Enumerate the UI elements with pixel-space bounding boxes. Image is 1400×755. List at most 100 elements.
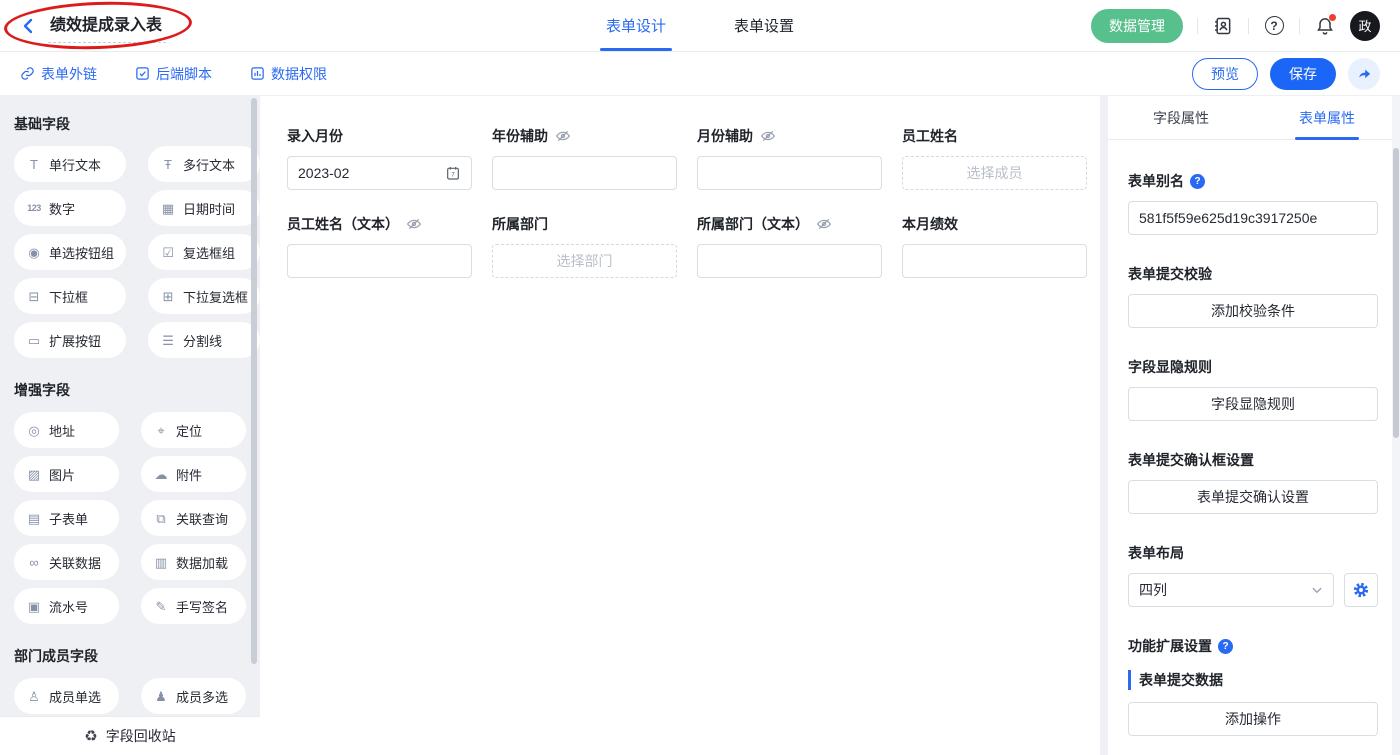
field-pill-single-line-text[interactable]: T单行文本 (14, 146, 126, 182)
field-pill-linked-query[interactable]: ⧉关联查询 (141, 500, 246, 536)
field-pill-datetime[interactable]: ▦日期时间 (148, 190, 260, 226)
page-title[interactable]: 绩效提成录入表 (48, 9, 166, 43)
serial-number-icon: ▣ (26, 600, 42, 613)
field-pill-extend-button[interactable]: ▭扩展按钮 (14, 322, 126, 358)
address-icon: ◎ (26, 424, 42, 437)
extensions-section: 功能扩展设置 ? 表单提交数据 添加操作 表单编辑数据 添加操作 (1128, 636, 1378, 755)
image-icon: ▨ (26, 468, 42, 481)
form-field-department[interactable]: 所属部门 选择部门 (492, 214, 677, 278)
gear-icon (1352, 581, 1370, 599)
layout-settings-button[interactable] (1344, 573, 1378, 607)
form-field-year-helper[interactable]: 年份辅助 (492, 126, 677, 190)
text-input[interactable] (697, 244, 882, 278)
text-input[interactable] (697, 156, 882, 190)
text-input[interactable] (287, 244, 472, 278)
layout-select[interactable]: 四列 (1128, 573, 1334, 607)
data-manage-button[interactable]: 数据管理 (1091, 9, 1183, 43)
back-icon[interactable] (20, 17, 38, 35)
form-alias-input[interactable]: 581f5f59e625d19c3917250e (1128, 201, 1378, 235)
header-actions: 数据管理 ? 政 (1091, 9, 1380, 43)
form-fields-grid: 录入月份 2023-02 7 年份辅助 (287, 126, 1087, 278)
field-pill-signature[interactable]: ✎手写签名 (141, 588, 246, 624)
avatar[interactable]: 政 (1350, 11, 1380, 41)
linked-query-icon: ⧉ (153, 512, 169, 525)
form-field-month-performance[interactable]: 本月绩效 (902, 214, 1087, 278)
tab-form-settings[interactable]: 表单设置 (732, 0, 796, 51)
department-picker[interactable]: 选择部门 (492, 244, 677, 278)
divider (1248, 18, 1249, 34)
help-icon[interactable]: ? (1190, 174, 1205, 189)
field-pill-multi-line-text[interactable]: Ŧ多行文本 (148, 146, 260, 182)
hidden-eye-icon (406, 216, 422, 232)
single-line-text-icon: T (26, 158, 42, 171)
hidden-eye-icon (555, 128, 571, 144)
tab-form-properties[interactable]: 表单属性 (1254, 96, 1400, 139)
text-input[interactable] (492, 156, 677, 190)
panel-scrollbar-thumb[interactable] (1393, 148, 1399, 438)
field-pill-member-single[interactable]: ♙成员单选 (14, 678, 119, 714)
field-pill-image[interactable]: ▨图片 (14, 456, 119, 492)
field-pill-subform[interactable]: ▤子表单 (14, 500, 119, 536)
svg-text:7: 7 (451, 173, 455, 179)
field-pill-address[interactable]: ◎地址 (14, 412, 119, 448)
text-input[interactable] (902, 244, 1087, 278)
multi-dropdown-icon: ⊞ (160, 290, 176, 303)
help-icon[interactable]: ? (1218, 639, 1233, 654)
external-link-item[interactable]: 表单外链 (20, 64, 97, 84)
data-load-icon: ▥ (153, 556, 169, 569)
form-design-canvas[interactable]: 录入月份 2023-02 7 年份辅助 (260, 96, 1100, 755)
member-single-icon: ♙ (26, 690, 42, 703)
field-pill-multi-dropdown[interactable]: ⊞下拉复选框 (148, 278, 260, 314)
backend-script-item[interactable]: 后端脚本 (135, 64, 212, 84)
help-icon[interactable]: ? (1263, 15, 1285, 37)
form-field-employee-name-text[interactable]: 员工姓名（文本） (287, 214, 472, 278)
hidden-eye-icon (760, 128, 776, 144)
form-field-department-text[interactable]: 所属部门（文本） (697, 214, 882, 278)
preview-button[interactable]: 预览 (1192, 58, 1258, 90)
section-title-enhanced-fields: 增强字段 (14, 380, 246, 400)
form-toolbar: 表单外链 后端脚本 数据权限 预览 保存 (0, 52, 1400, 96)
add-action-button[interactable]: 添加操作 (1128, 702, 1378, 736)
notification-bell-icon[interactable] (1314, 15, 1336, 37)
divider (1299, 18, 1300, 34)
field-label: 录入月份 (287, 126, 343, 146)
form-layout-label: 表单布局 (1128, 543, 1184, 563)
form-field-entry-month[interactable]: 录入月份 2023-02 7 (287, 126, 472, 190)
tab-form-design[interactable]: 表单设计 (604, 0, 668, 51)
calendar-icon: 7 (445, 165, 461, 181)
field-pill-number[interactable]: 123数字 (14, 190, 126, 226)
notification-dot (1329, 14, 1336, 21)
visibility-rules-button[interactable]: 字段显隐规则 (1128, 387, 1378, 421)
field-pill-radio-group[interactable]: ◉单选按钮组 (14, 234, 126, 270)
field-pill-data-load[interactable]: ▥数据加载 (141, 544, 246, 580)
hidden-eye-icon (816, 216, 832, 232)
field-label: 员工姓名 (902, 126, 958, 146)
field-pill-checkbox-group[interactable]: ☑复选框组 (148, 234, 260, 270)
field-pill-dropdown[interactable]: ⊟下拉框 (14, 278, 126, 314)
sidebar-scrollbar[interactable] (251, 98, 257, 664)
data-permission-item[interactable]: 数据权限 (250, 64, 327, 84)
save-button[interactable]: 保存 (1270, 58, 1336, 90)
add-validation-button[interactable]: 添加校验条件 (1128, 294, 1378, 328)
field-recycle-bin[interactable]: ♻ 字段回收站 (0, 717, 260, 755)
submit-confirm-button[interactable]: 表单提交确认设置 (1128, 480, 1378, 514)
field-pill-member-multi[interactable]: ♟成员多选 (141, 678, 246, 714)
date-input[interactable]: 2023-02 7 (287, 156, 472, 190)
contacts-icon[interactable] (1212, 15, 1234, 37)
field-pill-attachment[interactable]: ☁附件 (141, 456, 246, 492)
checkbox-group-icon: ☑ (160, 246, 176, 259)
field-pill-serial-number[interactable]: ▣流水号 (14, 588, 119, 624)
share-button[interactable] (1348, 58, 1380, 90)
toolbar-actions: 预览 保存 (1192, 58, 1380, 90)
field-pill-divider[interactable]: ☰分割线 (148, 322, 260, 358)
field-pill-linked-data[interactable]: ∞关联数据 (14, 544, 119, 580)
member-picker[interactable]: 选择成员 (902, 156, 1087, 190)
form-field-month-helper[interactable]: 月份辅助 (697, 126, 882, 190)
field-pill-location[interactable]: ⌖定位 (141, 412, 246, 448)
form-alias-section: 表单别名 ? 581f5f59e625d19c3917250e (1128, 171, 1378, 235)
app-header: 绩效提成录入表 表单设计 表单设置 数据管理 ? 政 (0, 0, 1400, 52)
submit-validation-section: 表单提交校验 添加校验条件 (1128, 264, 1378, 328)
tab-field-properties[interactable]: 字段属性 (1108, 96, 1254, 139)
form-field-employee-name[interactable]: 员工姓名 选择成员 (902, 126, 1087, 190)
panel-scrollbar-track[interactable] (1392, 96, 1400, 755)
